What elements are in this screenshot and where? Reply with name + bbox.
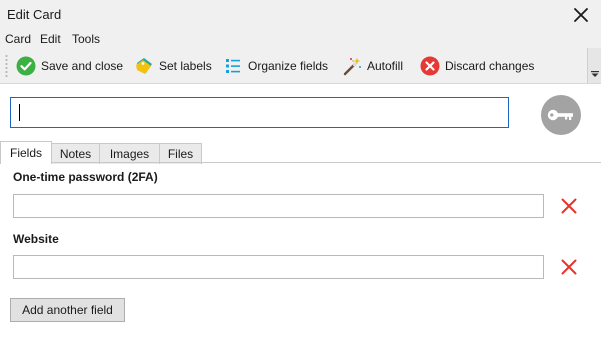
delete-website-field-button[interactable] (557, 255, 581, 279)
close-button[interactable] (561, 0, 601, 30)
tab-files[interactable]: Files (159, 143, 202, 164)
save-and-close-label: Save and close (41, 59, 124, 73)
label-tag-icon (136, 58, 152, 74)
organize-fields-button[interactable]: Organize fields (222, 53, 328, 79)
toolbar-overflow-button[interactable] (587, 48, 601, 83)
tab-notes-label: Notes (59, 147, 92, 161)
card-name-input[interactable] (10, 97, 509, 128)
menu-tools[interactable]: Tools (72, 32, 100, 46)
close-icon (574, 8, 588, 22)
list-icon (226, 59, 240, 73)
text-caret (19, 104, 20, 121)
tab-divider (0, 162, 601, 163)
field-label-website: Website (13, 232, 59, 246)
website-field[interactable] (13, 255, 544, 279)
set-labels-label: Set labels (159, 59, 212, 73)
tab-strip: Fields Notes Images Files (0, 141, 601, 164)
title-bar: Edit Card (0, 0, 601, 30)
organize-fields-label: Organize fields (248, 59, 329, 73)
window-title: Edit Card (7, 7, 62, 22)
delete-otp-field-button[interactable] (557, 194, 581, 218)
autofill-label: Autofill (367, 59, 404, 73)
discard-circle-icon (420, 56, 440, 76)
key-icon (547, 109, 573, 121)
tab-fields-label: Fields (9, 146, 42, 160)
tab-images-label: Images (109, 147, 150, 161)
magic-wand-icon (343, 57, 361, 76)
field-label-otp: One-time password (2FA) (13, 170, 158, 184)
autofill-button[interactable]: Autofill (341, 53, 403, 79)
discard-changes-label: Discard changes (445, 59, 535, 73)
tab-files-label: Files (167, 147, 194, 161)
tab-fields[interactable]: Fields (0, 141, 52, 164)
otp-field[interactable] (13, 194, 544, 218)
menu-bar: Card Edit Tools (0, 30, 601, 48)
tab-notes[interactable]: Notes (51, 143, 100, 164)
check-circle-icon (16, 56, 36, 76)
set-labels-button[interactable]: Set labels (133, 53, 212, 79)
tab-images[interactable]: Images (99, 143, 160, 164)
discard-changes-button[interactable]: Discard changes (419, 53, 534, 79)
save-and-close-button[interactable]: Save and close (15, 53, 123, 79)
chevron-down-icon (591, 71, 599, 77)
delete-x-icon (561, 198, 577, 214)
toolbar: Save and close Set labels Organize field… (0, 48, 601, 84)
toolbar-grip[interactable] (5, 54, 8, 78)
menu-edit[interactable]: Edit (40, 32, 61, 46)
card-icon-button[interactable] (541, 95, 581, 135)
add-another-field-button[interactable]: Add another field (10, 298, 125, 322)
delete-x-icon (561, 259, 577, 275)
menu-card[interactable]: Card (5, 32, 31, 46)
